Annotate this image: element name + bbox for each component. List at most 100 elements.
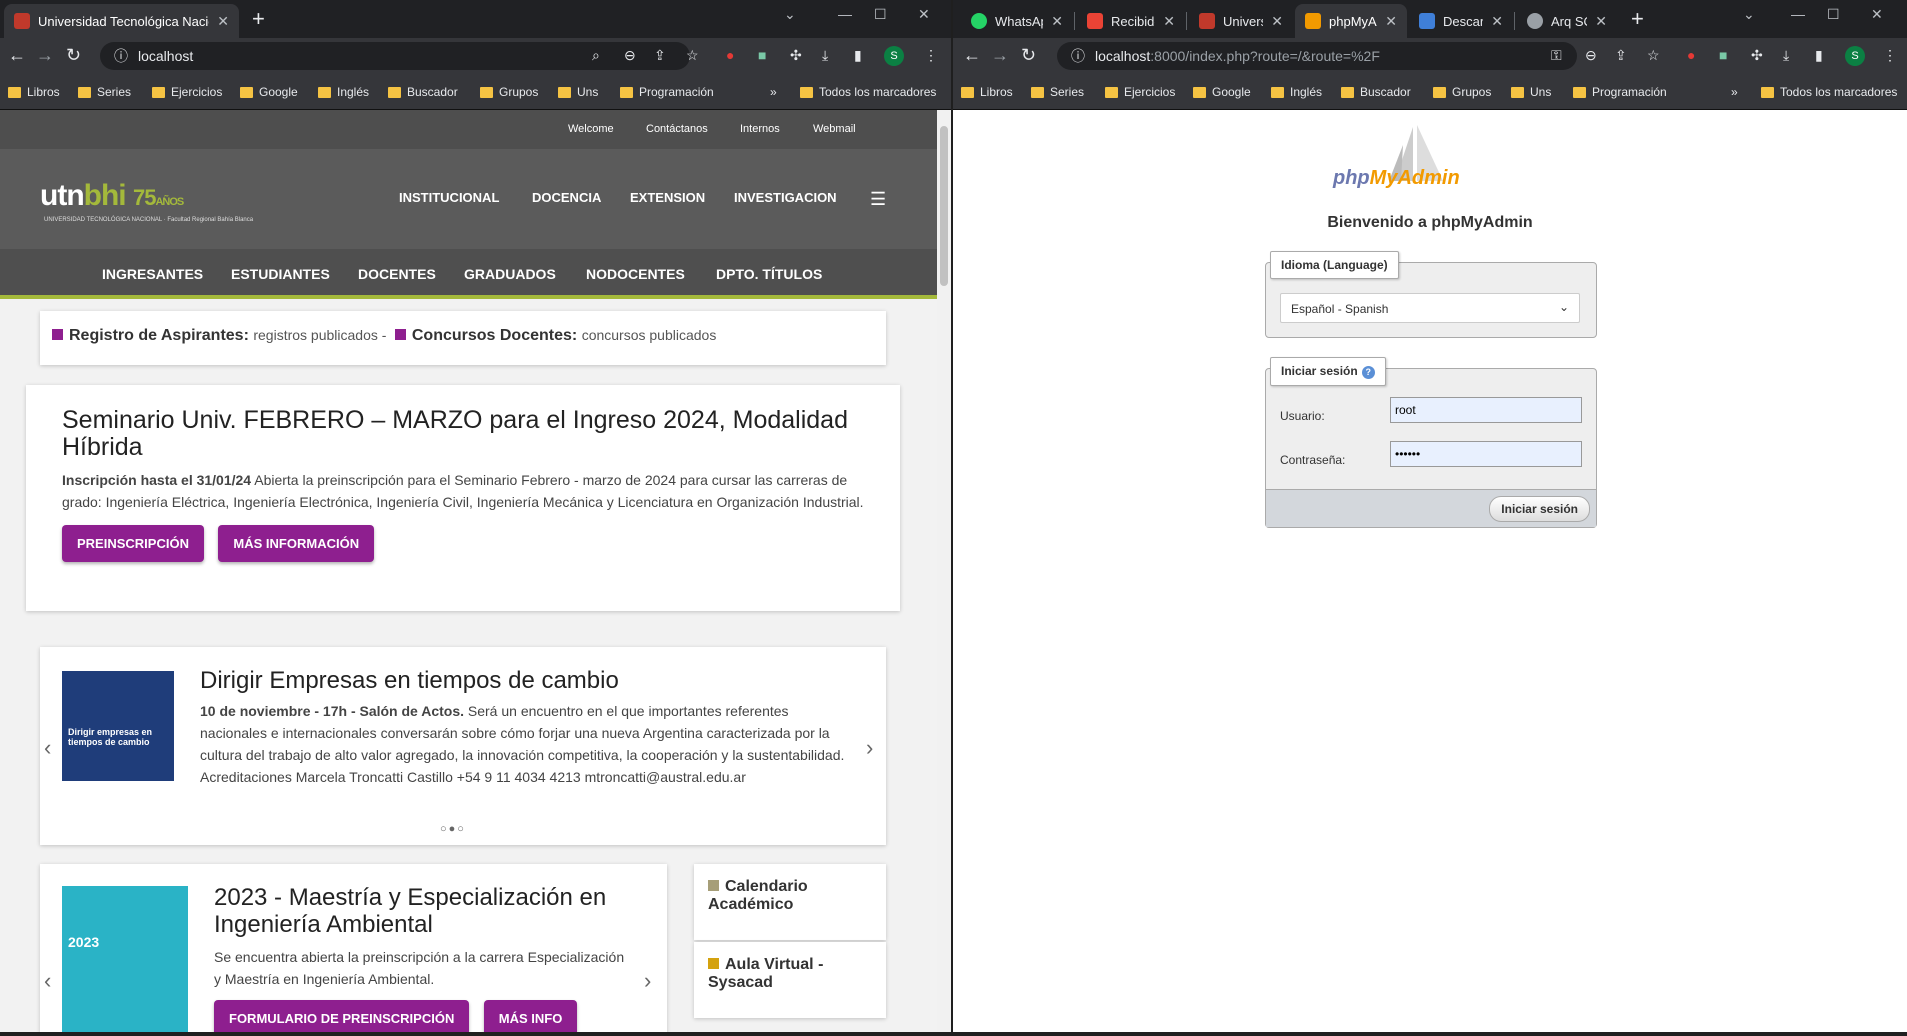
tab-search-icon[interactable]: ⌄ <box>1743 6 1755 23</box>
event-thumbnail[interactable]: Dirigir empresas en tiempos de cambio <box>62 671 174 781</box>
bookmark-folder[interactable]: Ejercicios <box>152 85 222 99</box>
bookmark-folder[interactable]: Series <box>1031 85 1084 99</box>
subnav-nodocentes[interactable]: NODOCENTES <box>586 266 685 282</box>
login-submit-button[interactable]: Iniciar sesión <box>1489 496 1590 522</box>
bookmark-folder[interactable]: Programación <box>620 85 714 99</box>
help-icon[interactable]: ? <box>1361 366 1375 379</box>
link-webmail[interactable]: Webmail <box>813 123 856 135</box>
subnav-graduados[interactable]: GRADUADOS <box>464 266 556 282</box>
subnav-ingresantes[interactable]: INGRESANTES <box>102 266 203 282</box>
bookmark-folder[interactable]: Libros <box>961 85 1013 99</box>
maximize-icon[interactable]: ☐ <box>874 6 887 23</box>
close-tab-icon[interactable]: ✕ <box>1163 13 1175 30</box>
nav-institucional[interactable]: INSTITUCIONAL <box>399 190 499 205</box>
side-calendario[interactable]: Calendario Académico <box>694 864 886 940</box>
bookmark-folder[interactable]: Ejercicios <box>1105 85 1175 99</box>
info-icon[interactable]: ⓘ <box>1071 46 1085 66</box>
menu-icon[interactable]: ⋮ <box>924 47 938 64</box>
search-icon[interactable]: ⌕ <box>592 47 600 64</box>
password-input[interactable]: •••••• <box>1390 441 1582 467</box>
address-bar[interactable]: ⓘ localhost <box>100 42 690 70</box>
nav-investigacion[interactable]: INVESTIGACION <box>734 190 837 205</box>
maximize-icon[interactable]: ☐ <box>1827 6 1840 23</box>
download-icon[interactable]: ⤓ <box>1783 47 1789 64</box>
bookmark-folder[interactable]: Inglés <box>1271 85 1322 99</box>
new-tab-button[interactable]: + <box>252 6 265 32</box>
notice-concursos-sub[interactable]: concursos publicados <box>582 327 717 343</box>
extension-icon[interactable]: ■ <box>758 47 766 63</box>
reload-icon[interactable]: ↻ <box>1021 45 1036 66</box>
puzzle-icon[interactable]: ✣ <box>790 47 802 64</box>
close-tab-icon[interactable]: ✕ <box>1051 13 1063 30</box>
bookmarks-overflow[interactable]: » <box>1731 85 1738 99</box>
prev-arrow-icon[interactable]: ‹ <box>44 735 51 761</box>
all-bookmarks[interactable]: Todos los marcadores <box>800 85 936 99</box>
sidepanel-icon[interactable]: ▮ <box>854 47 862 64</box>
reload-icon[interactable]: ↻ <box>66 45 81 66</box>
tab-search-icon[interactable]: ⌄ <box>784 6 796 23</box>
extension-icon[interactable]: ■ <box>1719 47 1727 63</box>
close-tab-icon[interactable]: ✕ <box>1271 13 1283 30</box>
course-thumbnail[interactable]: 2023 <box>62 886 188 1036</box>
event-title[interactable]: Dirigir Empresas en tiempos de cambio <box>200 667 856 694</box>
mas-informacion-button[interactable]: MÁS INFORMACIÓN <box>218 525 375 562</box>
subnav-dpto-titulos[interactable]: DPTO. TÍTULOS <box>716 266 822 282</box>
tab-utn[interactable]: Universidad Tecnológica Nacional ✕ <box>4 4 239 38</box>
bookmark-folder[interactable]: Uns <box>558 85 598 99</box>
tab-gmail[interactable]: Recibidos✕ <box>1077 4 1185 38</box>
tab-arq-so[interactable]: Arq SO✕ <box>1517 4 1617 38</box>
close-window-icon[interactable]: ✕ <box>918 6 930 23</box>
all-bookmarks[interactable]: Todos los marcadores <box>1761 85 1897 99</box>
tab-descargas[interactable]: Descargas✕ <box>1409 4 1513 38</box>
menu-icon[interactable]: ⋮ <box>1883 47 1897 64</box>
notice-aspirantes[interactable]: Registro de Aspirantes: <box>69 327 249 344</box>
close-window-icon[interactable]: ✕ <box>1871 6 1883 23</box>
next-arrow-icon[interactable]: › <box>644 968 651 994</box>
tab-whatsapp[interactable]: WhatsApp✕ <box>961 4 1073 38</box>
nav-docencia[interactable]: DOCENCIA <box>532 190 601 205</box>
bookmark-folder[interactable]: Google <box>240 85 298 99</box>
formulario-preinscripcion-button[interactable]: FORMULARIO DE PREINSCRIPCIÓN <box>214 1000 470 1036</box>
username-input[interactable]: root <box>1390 397 1582 423</box>
bookmark-folder[interactable]: Programación <box>1573 85 1667 99</box>
back-icon[interactable]: ← <box>8 45 26 66</box>
info-icon[interactable]: ⓘ <box>114 46 128 66</box>
scrollbar[interactable] <box>937 110 951 1036</box>
extension-icon[interactable]: ● <box>726 47 734 63</box>
bookmark-folder[interactable]: Inglés <box>318 85 369 99</box>
share-icon[interactable]: ⇪ <box>1615 47 1627 64</box>
preinscripcion-button[interactable]: PREINSCRIPCIÓN <box>62 525 204 562</box>
key-icon[interactable]: ⚿ <box>1551 47 1562 64</box>
tab-phpmyadmin[interactable]: phpMyAdmin✕ <box>1295 4 1407 38</box>
avatar[interactable]: S <box>884 46 904 66</box>
notice-aspirantes-sub[interactable]: registros publicados - <box>253 327 386 343</box>
bookmark-folder[interactable]: Google <box>1193 85 1251 99</box>
scroll-thumb[interactable] <box>940 126 948 286</box>
download-icon[interactable]: ⤓ <box>822 47 828 64</box>
bookmark-star-icon[interactable]: ☆ <box>686 47 699 64</box>
new-tab-button[interactable]: + <box>1631 6 1644 32</box>
slider-dots[interactable]: ○●○ <box>440 823 466 835</box>
link-welcome[interactable]: Welcome <box>568 123 614 135</box>
bookmark-folder[interactable]: Uns <box>1511 85 1551 99</box>
puzzle-icon[interactable]: ✣ <box>1751 47 1763 64</box>
minimize-icon[interactable]: — <box>1791 6 1805 22</box>
bookmark-folder[interactable]: Series <box>78 85 131 99</box>
link-contactanos[interactable]: Contáctanos <box>646 123 708 135</box>
share-icon[interactable]: ⇪ <box>654 47 666 64</box>
prev-arrow-icon[interactable]: ‹ <box>44 968 51 994</box>
hamburger-menu-icon[interactable]: ☰ <box>870 189 886 210</box>
subnav-docentes[interactable]: DOCENTES <box>358 266 436 282</box>
close-tab-icon[interactable]: ✕ <box>217 13 229 30</box>
tab-universidad[interactable]: Universidad✕ <box>1189 4 1293 38</box>
side-aula-virtual[interactable]: Aula Virtual - Sysacad <box>694 942 886 1018</box>
next-arrow-icon[interactable]: › <box>866 735 873 761</box>
address-bar[interactable]: ⓘ localhost:8000/index.php?route=/&route… <box>1057 42 1577 70</box>
forward-icon[interactable]: → <box>991 45 1009 66</box>
close-tab-icon[interactable]: ✕ <box>1595 13 1607 30</box>
minimize-icon[interactable]: — <box>838 6 852 22</box>
mas-info-button[interactable]: MÁS INFO <box>483 1000 578 1036</box>
bookmarks-overflow[interactable]: » <box>770 85 777 99</box>
close-tab-icon[interactable]: ✕ <box>1385 13 1397 30</box>
bookmark-folder[interactable]: Buscador <box>388 85 458 99</box>
